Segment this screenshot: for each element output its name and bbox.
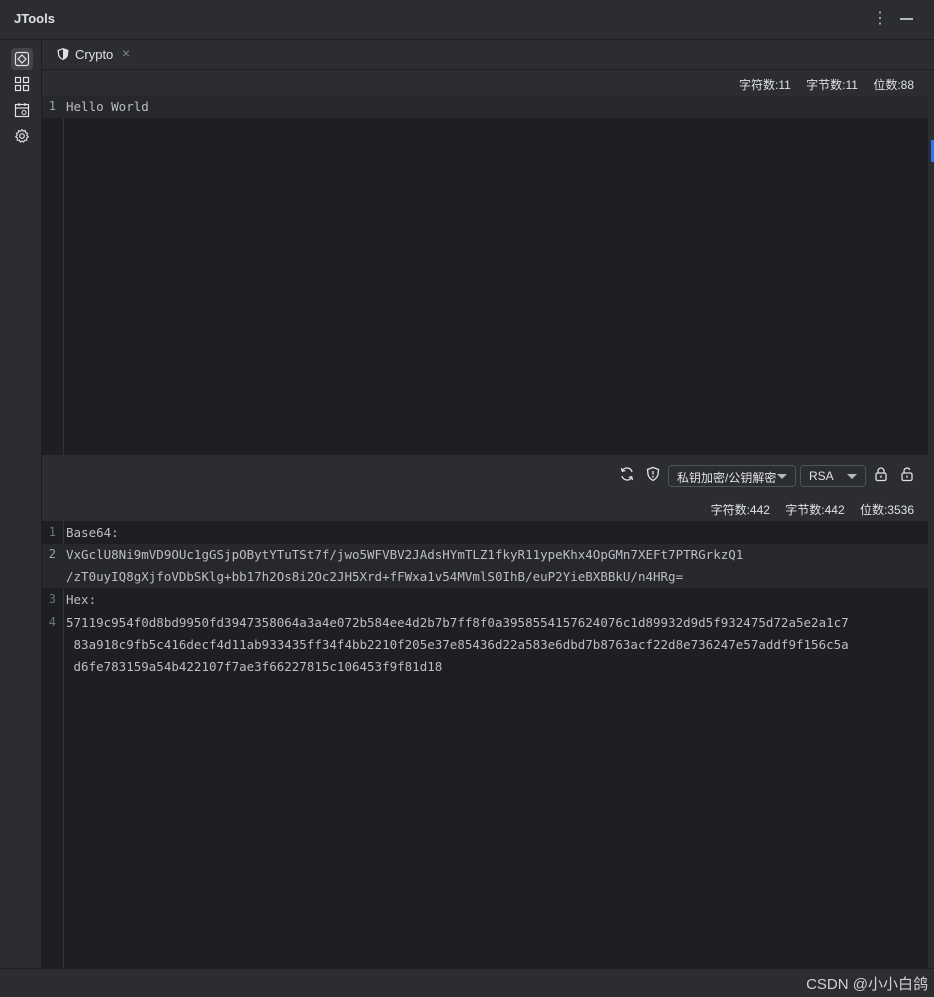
chevron-down-icon (777, 474, 787, 479)
output-byte-count: 字节数:442 (785, 503, 845, 517)
input-char-count: 字符数:11 (739, 78, 791, 92)
output-line: 3 Hex: (42, 589, 928, 611)
algorithm-select-value: RSA (809, 469, 834, 483)
status-bar: CSDN @小小白鸽 (0, 968, 934, 997)
crypto-icon[interactable] (11, 48, 33, 70)
output-line: 4 57119c954f0d8bd9950fd3947358064a3a4e07… (42, 612, 928, 634)
mode-select-value: 私钥加密/公钥解密 (677, 471, 777, 485)
line-text: 83a918c9fb5c416decf4d11ab933435ff34f4bb2… (66, 637, 849, 652)
app-title: JTools (14, 11, 55, 26)
right-scroll-track (928, 96, 934, 968)
output-line: 83a918c9fb5c416decf4d11ab933435ff34f4bb2… (42, 634, 928, 656)
line-number: 2 (48, 547, 56, 561)
output-line: /zT0uyIQ8gXjfoVDbSKlg+bb17h2Os8i2Oc2JH5X… (42, 566, 928, 588)
line-text: 57119c954f0d8bd9950fd3947358064a3a4e072b… (66, 615, 849, 630)
lock-icon[interactable] (873, 466, 891, 484)
line-text: /zT0uyIQ8gXjfoVDbSKlg+bb17h2Os8i2Oc2JH5X… (66, 569, 684, 584)
tab-bar: Crypto × (42, 40, 934, 70)
output-line: d6fe783159a54b422107f7ae3f66227815c10645… (42, 656, 928, 678)
mode-select[interactable]: 私钥加密/公钥解密 (668, 465, 796, 487)
crypto-toolbar: 私钥加密/公钥解密 RSA (42, 455, 934, 495)
output-bit-count: 位数:3536 (859, 503, 914, 517)
title-bar: JTools ⋮ (0, 0, 934, 40)
calendar-icon[interactable] (11, 99, 33, 121)
shield-check-icon[interactable] (645, 466, 663, 484)
minimize-icon[interactable] (898, 9, 916, 29)
input-line: 1 Hello World (42, 96, 928, 118)
line-number: 1 (48, 525, 56, 539)
output-editor[interactable]: 1 Base64: 2 VxGclU8Ni9mVD9OUc1gGSjpOBytY… (42, 521, 928, 968)
input-editor[interactable]: 1 Hello World (42, 96, 928, 455)
close-icon[interactable]: × (122, 45, 130, 61)
line-text: Hello World (66, 99, 149, 114)
tab-label: Crypto (75, 47, 114, 62)
line-text: Hex: (66, 592, 97, 607)
shield-icon (56, 47, 70, 64)
chevron-down-icon (847, 474, 857, 479)
left-toolbar (0, 40, 42, 968)
input-byte-count: 字节数:11 (806, 78, 858, 92)
tab-crypto[interactable]: Crypto × (50, 40, 136, 70)
refresh-icon[interactable] (619, 466, 637, 484)
gear-icon[interactable] (11, 125, 33, 147)
line-number: 4 (48, 615, 56, 629)
line-number: 1 (48, 99, 56, 113)
grid-icon[interactable] (11, 73, 33, 95)
line-number: 3 (48, 592, 56, 606)
unlock-icon[interactable] (899, 466, 917, 484)
more-options-icon[interactable]: ⋮ (871, 9, 889, 29)
line-text: VxGclU8Ni9mVD9OUc1gGSjpOBytYTuTSt7f/jwo5… (66, 547, 744, 562)
input-stats-bar: 字符数:11 字节数:11 位数:88 (42, 70, 934, 96)
line-text: d6fe783159a54b422107f7ae3f66227815c10645… (66, 659, 443, 674)
output-stats-bar: 字符数:442 字节数:442 位数:3536 (42, 495, 934, 521)
output-line: 2 VxGclU8Ni9mVD9OUc1gGSjpOBytYTuTSt7f/jw… (42, 544, 928, 566)
algorithm-select[interactable]: RSA (800, 465, 866, 487)
output-line: 1 Base64: (42, 522, 928, 544)
line-text: Base64: (66, 525, 119, 540)
output-char-count: 字符数:442 (710, 503, 770, 517)
input-gutter (42, 96, 64, 455)
input-bit-count: 位数:88 (873, 78, 914, 92)
watermark: CSDN @小小白鸽 (806, 976, 928, 993)
